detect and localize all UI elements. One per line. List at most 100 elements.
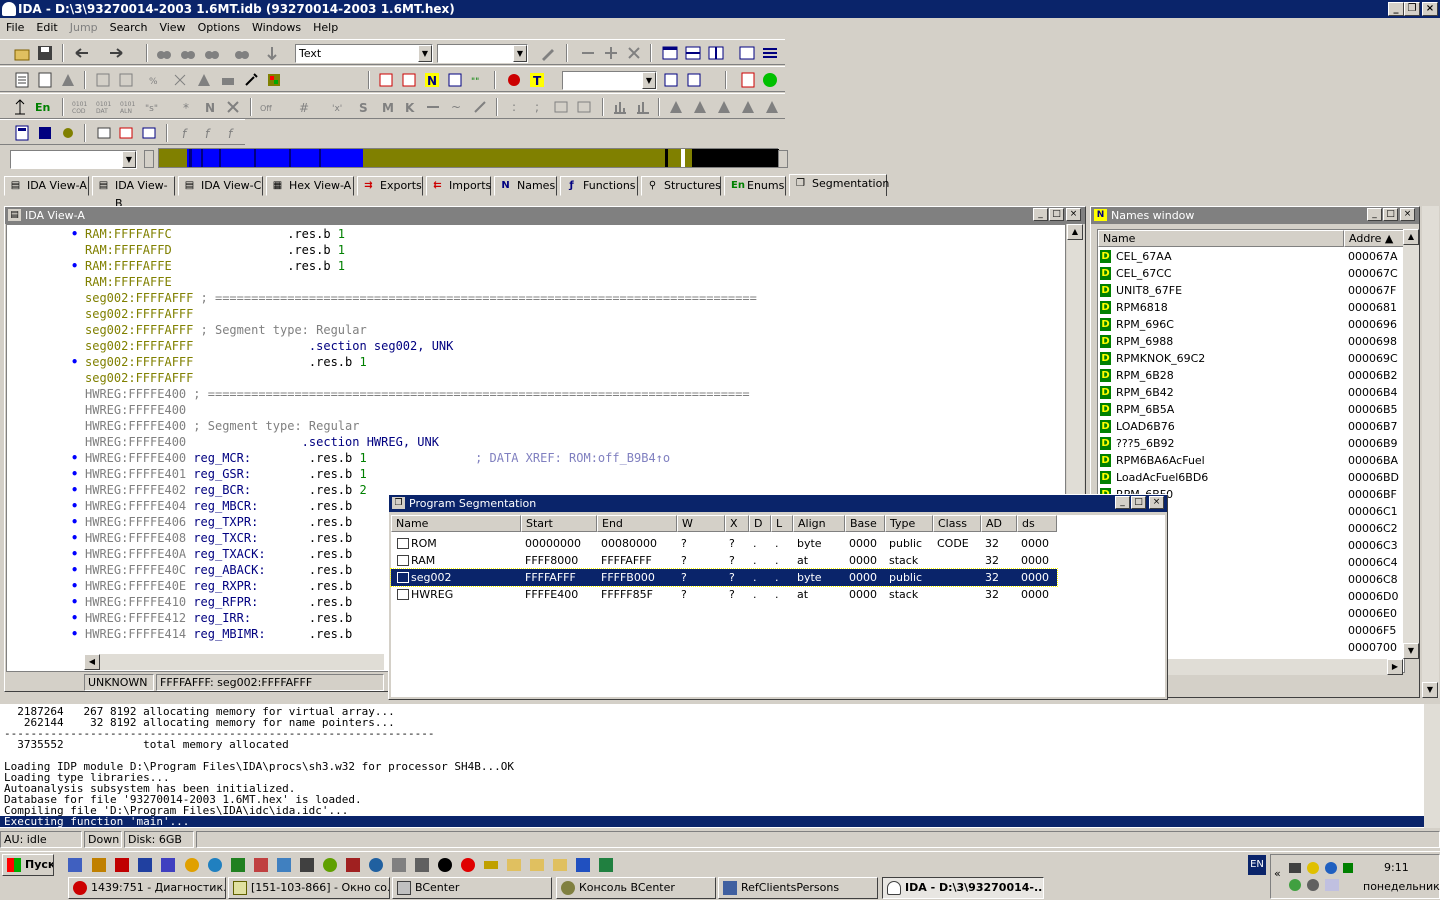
binary-code-icon[interactable]: 0101COD: [72, 99, 88, 115]
task-ida[interactable]: IDA - D:\3\93270014-...: [882, 877, 1044, 899]
disasm-line[interactable]: • seg002:FFFFAFFF .res.b 1: [7, 354, 1065, 370]
code-icon[interactable]: [378, 72, 394, 88]
segment-row[interactable]: HWREG FFFFE400 FFFFF85F??.. at 0000 stack 32 00…: [391, 586, 1057, 603]
segment-row[interactable]: RAM FFFF8000 FFFFAFFF??.. at 0000 stack 32 0000: [391, 552, 1057, 569]
names-list-item[interactable]: D RPM_6988 0000698: [1098, 333, 1404, 350]
close-button[interactable]: ×: [1422, 2, 1438, 16]
segment-combo[interactable]: ▼: [437, 44, 528, 63]
search-next-icon[interactable]: [180, 45, 196, 61]
menu-edit[interactable]: Edit: [30, 21, 63, 34]
segment-row[interactable]: seg002 FFFFAFFF FFFFB000??.. byte 0000 public…: [390, 568, 1058, 587]
display-mode-combo[interactable]: Text ▼: [295, 44, 433, 63]
ida-view-close-button[interactable]: ×: [1066, 208, 1081, 221]
windows-icon[interactable]: [96, 125, 112, 141]
scroll-down-arrow[interactable]: ▼: [1422, 682, 1438, 698]
names-list-item[interactable]: D CEL_67CC 000067C: [1098, 265, 1404, 282]
constant-icon[interactable]: K: [402, 99, 418, 115]
names-list-item[interactable]: D RPM_6B28 00006B2: [1098, 367, 1404, 384]
names-list-item[interactable]: D ???5_6B92 00006B9: [1098, 435, 1404, 452]
disasm-line[interactable]: RAM:FFFFAFFD .res.b 1: [7, 242, 1065, 258]
disasm-line[interactable]: seg002:FFFFAFFF: [7, 370, 1065, 386]
disasm-line[interactable]: HWREG:FFFFE400: [7, 402, 1065, 418]
names-list-item[interactable]: D LoadAcFuel6BD6 00006BD: [1098, 469, 1404, 486]
number-icon[interactable]: #: [296, 99, 312, 115]
nav-band-right-handle[interactable]: [778, 150, 788, 168]
jump-down-icon[interactable]: [264, 45, 280, 61]
mark-icon[interactable]: M: [379, 99, 395, 115]
menu-windows[interactable]: Windows: [246, 21, 307, 34]
names-list-item[interactable]: D RPM_6B5A 00006B5: [1098, 401, 1404, 418]
pen-icon[interactable]: [540, 45, 556, 61]
tab-imports[interactable]: ⇇ Imports: [426, 176, 491, 196]
string-icon[interactable]: "": [470, 72, 486, 88]
task-bcenter[interactable]: BCenter: [392, 877, 552, 899]
xref-graph-icon[interactable]: [668, 99, 684, 115]
menu-search[interactable]: Search: [104, 21, 154, 34]
structures-icon[interactable]: [12, 99, 28, 115]
task-refclientspersons[interactable]: RefClientsPersons: [718, 877, 878, 899]
menu-help[interactable]: Help: [307, 21, 344, 34]
segmentation-maximize-button[interactable]: □: [1131, 496, 1146, 509]
disasm-line[interactable]: • HWREG:FFFFE401 reg_GSR: .res.b 1: [7, 466, 1065, 482]
log-icon[interactable]: [740, 72, 756, 88]
ida-view-maximize-button[interactable]: □: [1049, 208, 1064, 221]
names-minimize-button[interactable]: _: [1367, 208, 1382, 221]
names-list-item[interactable]: D RPM_6B42 00006B4: [1098, 384, 1404, 401]
names-close-button[interactable]: ×: [1400, 208, 1415, 221]
scroll-down-arrow[interactable]: ▼: [1403, 643, 1419, 659]
task-window[interactable]: [151-103-866] - Окно со...: [228, 877, 390, 899]
disasm-line[interactable]: seg002:FFFFAFFF: [7, 306, 1065, 322]
repeat-comment-icon[interactable]: [576, 99, 592, 115]
task-diagnostics[interactable]: 1439:751 - Диагностик...: [68, 877, 226, 899]
language-indicator[interactable]: EN: [1248, 855, 1266, 875]
names-list-item[interactable]: D CEL_67AA 000067A: [1098, 248, 1404, 265]
manual-icon[interactable]: [472, 99, 488, 115]
tile-vertical-icon[interactable]: [708, 45, 724, 61]
text-view-icon[interactable]: [14, 72, 30, 88]
cancel-icon[interactable]: [686, 72, 702, 88]
seg-col-type[interactable]: Type: [885, 515, 933, 532]
grid-icon[interactable]: [95, 72, 111, 88]
task-bcenter-console[interactable]: Консоль BCenter: [556, 877, 716, 899]
back-icon[interactable]: [74, 45, 90, 61]
nav-combo[interactable]: ▼: [10, 150, 137, 169]
disasm-line[interactable]: • HWREG:FFFFE400 reg_MCR: .res.b 1 ; DATA…: [7, 450, 1065, 466]
calculator-icon[interactable]: [14, 125, 30, 141]
segmentation-table[interactable]: Name Start End W X D L Align Base Type Class AD ds R…: [390, 515, 1165, 697]
bitwise-not-icon[interactable]: ~: [448, 99, 464, 115]
user-xref-icon[interactable]: [740, 99, 756, 115]
delete-icon[interactable]: [626, 45, 642, 61]
tray-icons[interactable]: [1287, 859, 1367, 895]
names-list-item[interactable]: D RPMKNOK_69C2 000069C: [1098, 350, 1404, 367]
type-combo[interactable]: ▼: [562, 71, 657, 90]
tab-ida-view-c[interactable]: ▤ IDA View-C: [178, 176, 263, 196]
main-vertical-scrollbar[interactable]: ▼: [1422, 206, 1439, 698]
rename-icon[interactable]: N: [202, 99, 218, 115]
segmentation-close-button[interactable]: ×: [1149, 496, 1164, 509]
offset-icon[interactable]: Off: [260, 99, 276, 115]
scroll-up-arrow[interactable]: ▲: [1067, 224, 1083, 240]
seg-col-x[interactable]: X: [725, 515, 749, 532]
collapse-icon[interactable]: [580, 45, 596, 61]
binoculars-icon[interactable]: [156, 45, 172, 61]
search-binary-icon[interactable]: [234, 45, 250, 61]
seg-col-class[interactable]: Class: [933, 515, 981, 532]
chevron-down-icon[interactable]: ▼: [122, 151, 136, 168]
search-text-icon[interactable]: [204, 45, 220, 61]
hex-number-icon[interactable]: 'x': [332, 99, 348, 115]
hex-view-icon[interactable]: [37, 72, 53, 88]
seg-col-align[interactable]: Align: [793, 515, 845, 532]
type-icon[interactable]: T: [529, 72, 545, 88]
binary-align-icon[interactable]: 0101ALN: [120, 99, 136, 115]
names-list-item[interactable]: D RPM_696C 0000696: [1098, 316, 1404, 333]
settings-icon[interactable]: [60, 125, 76, 141]
cross-ref-icon[interactable]: [172, 72, 188, 88]
semicolon-icon[interactable]: ;: [530, 99, 546, 115]
colon-icon[interactable]: :: [507, 99, 523, 115]
navigation-band[interactable]: [158, 148, 779, 168]
disasm-line[interactable]: • RAM:FFFFAFFE .res.b 1: [7, 258, 1065, 274]
disasm-line[interactable]: HWREG:FFFFE400 .section HWREG, UNK: [7, 434, 1065, 450]
function-icon[interactable]: f: [178, 125, 194, 141]
tray-expand-icon[interactable]: «: [1274, 867, 1281, 880]
name-icon[interactable]: N: [424, 72, 440, 88]
